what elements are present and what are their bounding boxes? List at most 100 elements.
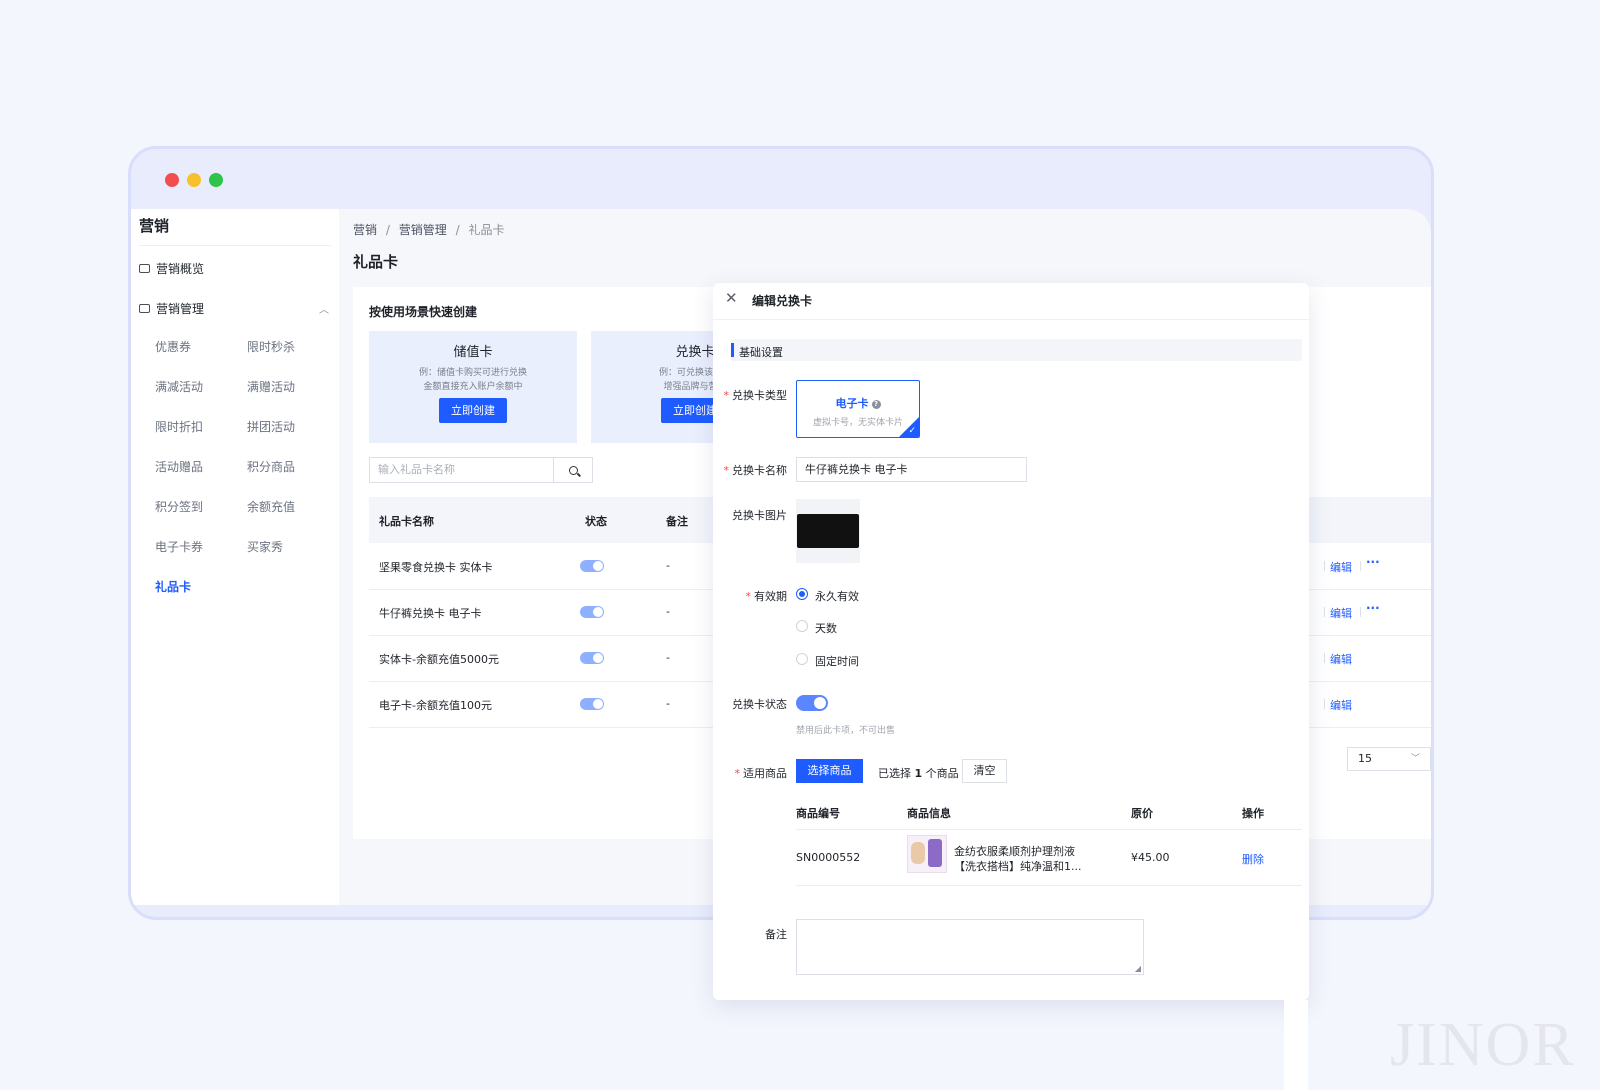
breadcrumb-separator: / bbox=[455, 223, 460, 237]
sidebar-item-management[interactable]: 营销管理 bbox=[139, 300, 204, 317]
product-info-line: 金纺衣服柔顺剂护理剂液 bbox=[954, 845, 1075, 858]
resize-handle-icon[interactable]: ◢ bbox=[1135, 964, 1141, 973]
close-icon[interactable]: ✕ bbox=[725, 289, 738, 307]
product-table-header: 商品编号 商品信息 原价 操作 bbox=[796, 797, 1302, 830]
radio-days[interactable] bbox=[796, 620, 808, 632]
chevron-up-icon[interactable]: ︿ bbox=[319, 301, 329, 316]
close-window-dot[interactable] bbox=[165, 173, 179, 187]
help-icon[interactable]: ? bbox=[871, 399, 881, 409]
column-header-remark: 备注 bbox=[666, 515, 688, 528]
sidebar-item-checkin[interactable]: 积分签到 bbox=[155, 498, 203, 515]
product-info-line: 【洗衣搭档】纯净温和1... bbox=[954, 860, 1082, 873]
dashboard-icon bbox=[139, 264, 150, 273]
select-goods-button[interactable]: 选择商品 bbox=[796, 759, 863, 783]
column-header-action: 操作 bbox=[1242, 807, 1264, 820]
status-hint: 禁用后此卡项，不可出售 bbox=[796, 726, 896, 736]
breadcrumb: 营销 / 营销管理 / 礼品卡 bbox=[353, 221, 504, 238]
validity-label: * 有效期 bbox=[697, 588, 788, 604]
sidebar-title: 营销 bbox=[139, 217, 170, 235]
sidebar-item-coupon[interactable]: 优惠券 bbox=[155, 338, 191, 355]
page-size-value: 15 bbox=[1358, 752, 1372, 765]
sidebar-item-recharge[interactable]: 余额充值 bbox=[247, 498, 295, 515]
selected-prefix: 已选择 bbox=[878, 767, 911, 780]
sidebar-divider bbox=[139, 245, 331, 246]
selected-suffix: 个商品 bbox=[925, 767, 959, 780]
breadcrumb-management[interactable]: 营销管理 bbox=[399, 223, 447, 237]
sidebar-item-buyer-show[interactable]: 买家秀 bbox=[247, 538, 283, 555]
card-name-input[interactable]: 牛仔裤兑换卡 电子卡 bbox=[796, 457, 1027, 482]
sidebar-item-discount[interactable]: 限时折扣 bbox=[155, 418, 203, 435]
breadcrumb-marketing[interactable]: 营销 bbox=[353, 223, 377, 237]
goods-label-text: 适用商品 bbox=[743, 767, 787, 780]
product-price: ¥45.00 bbox=[1131, 851, 1170, 864]
search-button[interactable] bbox=[554, 458, 592, 482]
remark-textarea[interactable]: ◢ bbox=[796, 919, 1144, 975]
watermark: JINOR bbox=[1390, 1011, 1576, 1079]
sidebar-item-e-coupons[interactable]: 电子卡券 bbox=[155, 538, 203, 555]
column-header-price: 原价 bbox=[1131, 807, 1153, 820]
status-toggle[interactable] bbox=[580, 606, 604, 618]
maximize-window-dot[interactable] bbox=[209, 173, 223, 187]
sidebar-item-gifts[interactable]: 活动赠品 bbox=[155, 458, 203, 475]
selected-count-text: 已选择 1 个商品 bbox=[878, 765, 959, 781]
edit-link[interactable]: 编辑 bbox=[1330, 605, 1352, 621]
drawer-title: 编辑兑换卡 bbox=[752, 294, 813, 308]
edit-link[interactable]: 编辑 bbox=[1330, 559, 1352, 575]
gift-card-remark: - bbox=[666, 697, 670, 710]
action-separator bbox=[1324, 561, 1325, 571]
column-header-info: 商品信息 bbox=[907, 807, 951, 820]
type-option-name-text: 电子卡 bbox=[835, 397, 869, 410]
gift-card-name: 电子卡-余额充值100元 bbox=[379, 699, 492, 712]
page-size-select[interactable]: 15 ﹀ bbox=[1347, 747, 1431, 771]
edit-link[interactable]: 编辑 bbox=[1330, 697, 1352, 713]
required-mark: * bbox=[723, 464, 730, 477]
status-toggle[interactable] bbox=[580, 652, 604, 664]
goods-label: * 适用商品 bbox=[697, 765, 788, 781]
scene-card-desc-line: 例：储值卡购买可进行兑换 bbox=[418, 368, 527, 378]
drawer-divider bbox=[713, 319, 1309, 320]
card-image-preview bbox=[797, 514, 859, 548]
edit-link[interactable]: 编辑 bbox=[1330, 651, 1352, 667]
radio-fixed-time[interactable] bbox=[796, 653, 808, 665]
status-toggle[interactable] bbox=[580, 698, 604, 710]
required-mark: * bbox=[734, 767, 741, 780]
search-box: 输入礼品卡名称 bbox=[369, 457, 593, 483]
sidebar-item-full-reduction[interactable]: 满减活动 bbox=[155, 378, 203, 395]
action-separator bbox=[1360, 561, 1361, 571]
search-input[interactable]: 输入礼品卡名称 bbox=[370, 458, 554, 482]
gift-card-name: 坚果零食兑换卡 实体卡 bbox=[379, 561, 493, 574]
sidebar-item-points-goods[interactable]: 积分商品 bbox=[247, 458, 295, 475]
sidebar-item-flash-sale[interactable]: 限时秒杀 bbox=[247, 338, 295, 355]
sidebar-item-overview[interactable]: 营销概览 bbox=[139, 260, 204, 277]
scene-card-desc-line: 金额直接充入账户余额中 bbox=[423, 382, 523, 392]
delete-product-link[interactable]: 删除 bbox=[1242, 851, 1264, 867]
sidebar-item-group-buy[interactable]: 拼团活动 bbox=[247, 418, 295, 435]
scene-card-name: 储值卡 bbox=[453, 345, 493, 360]
clear-button[interactable]: 清空 bbox=[962, 759, 1007, 783]
sidebar-item-full-gift[interactable]: 满赠活动 bbox=[247, 378, 295, 395]
action-separator bbox=[1324, 699, 1325, 709]
column-header-status: 状态 bbox=[585, 515, 607, 528]
card-status-toggle[interactable] bbox=[796, 695, 828, 711]
management-icon bbox=[139, 304, 150, 313]
section-title: 基础设置 bbox=[739, 346, 783, 359]
sidebar-item-label: 营销概览 bbox=[156, 262, 205, 276]
product-code: SN0000552 bbox=[796, 851, 861, 864]
more-icon[interactable]: ··· bbox=[1366, 601, 1380, 615]
action-separator bbox=[1324, 607, 1325, 617]
more-icon[interactable]: ··· bbox=[1366, 555, 1380, 569]
product-row: SN0000552 金纺衣服柔顺剂护理剂液 【洗衣搭档】纯净温和1... ¥45… bbox=[796, 831, 1302, 886]
type-option-electronic[interactable]: 电子卡? 虚拟卡号，无实体卡片 ✓ bbox=[796, 380, 920, 438]
product-thumbnail-part bbox=[928, 839, 942, 867]
drawer-extension bbox=[1284, 1000, 1308, 1090]
card-image-upload[interactable] bbox=[796, 499, 860, 563]
name-label: * 兑换卡名称 bbox=[697, 462, 788, 478]
quick-create-title: 按使用场景快速创建 bbox=[369, 305, 478, 319]
radio-permanent[interactable] bbox=[796, 588, 808, 600]
minimize-window-dot[interactable] bbox=[187, 173, 201, 187]
sidebar-item-gift-card[interactable]: 礼品卡 bbox=[155, 578, 191, 595]
action-separator bbox=[1324, 653, 1325, 663]
status-toggle[interactable] bbox=[580, 560, 604, 572]
status-label: 兑换卡状态 bbox=[732, 698, 787, 711]
create-stored-value-button[interactable]: 立即创建 bbox=[439, 398, 507, 423]
